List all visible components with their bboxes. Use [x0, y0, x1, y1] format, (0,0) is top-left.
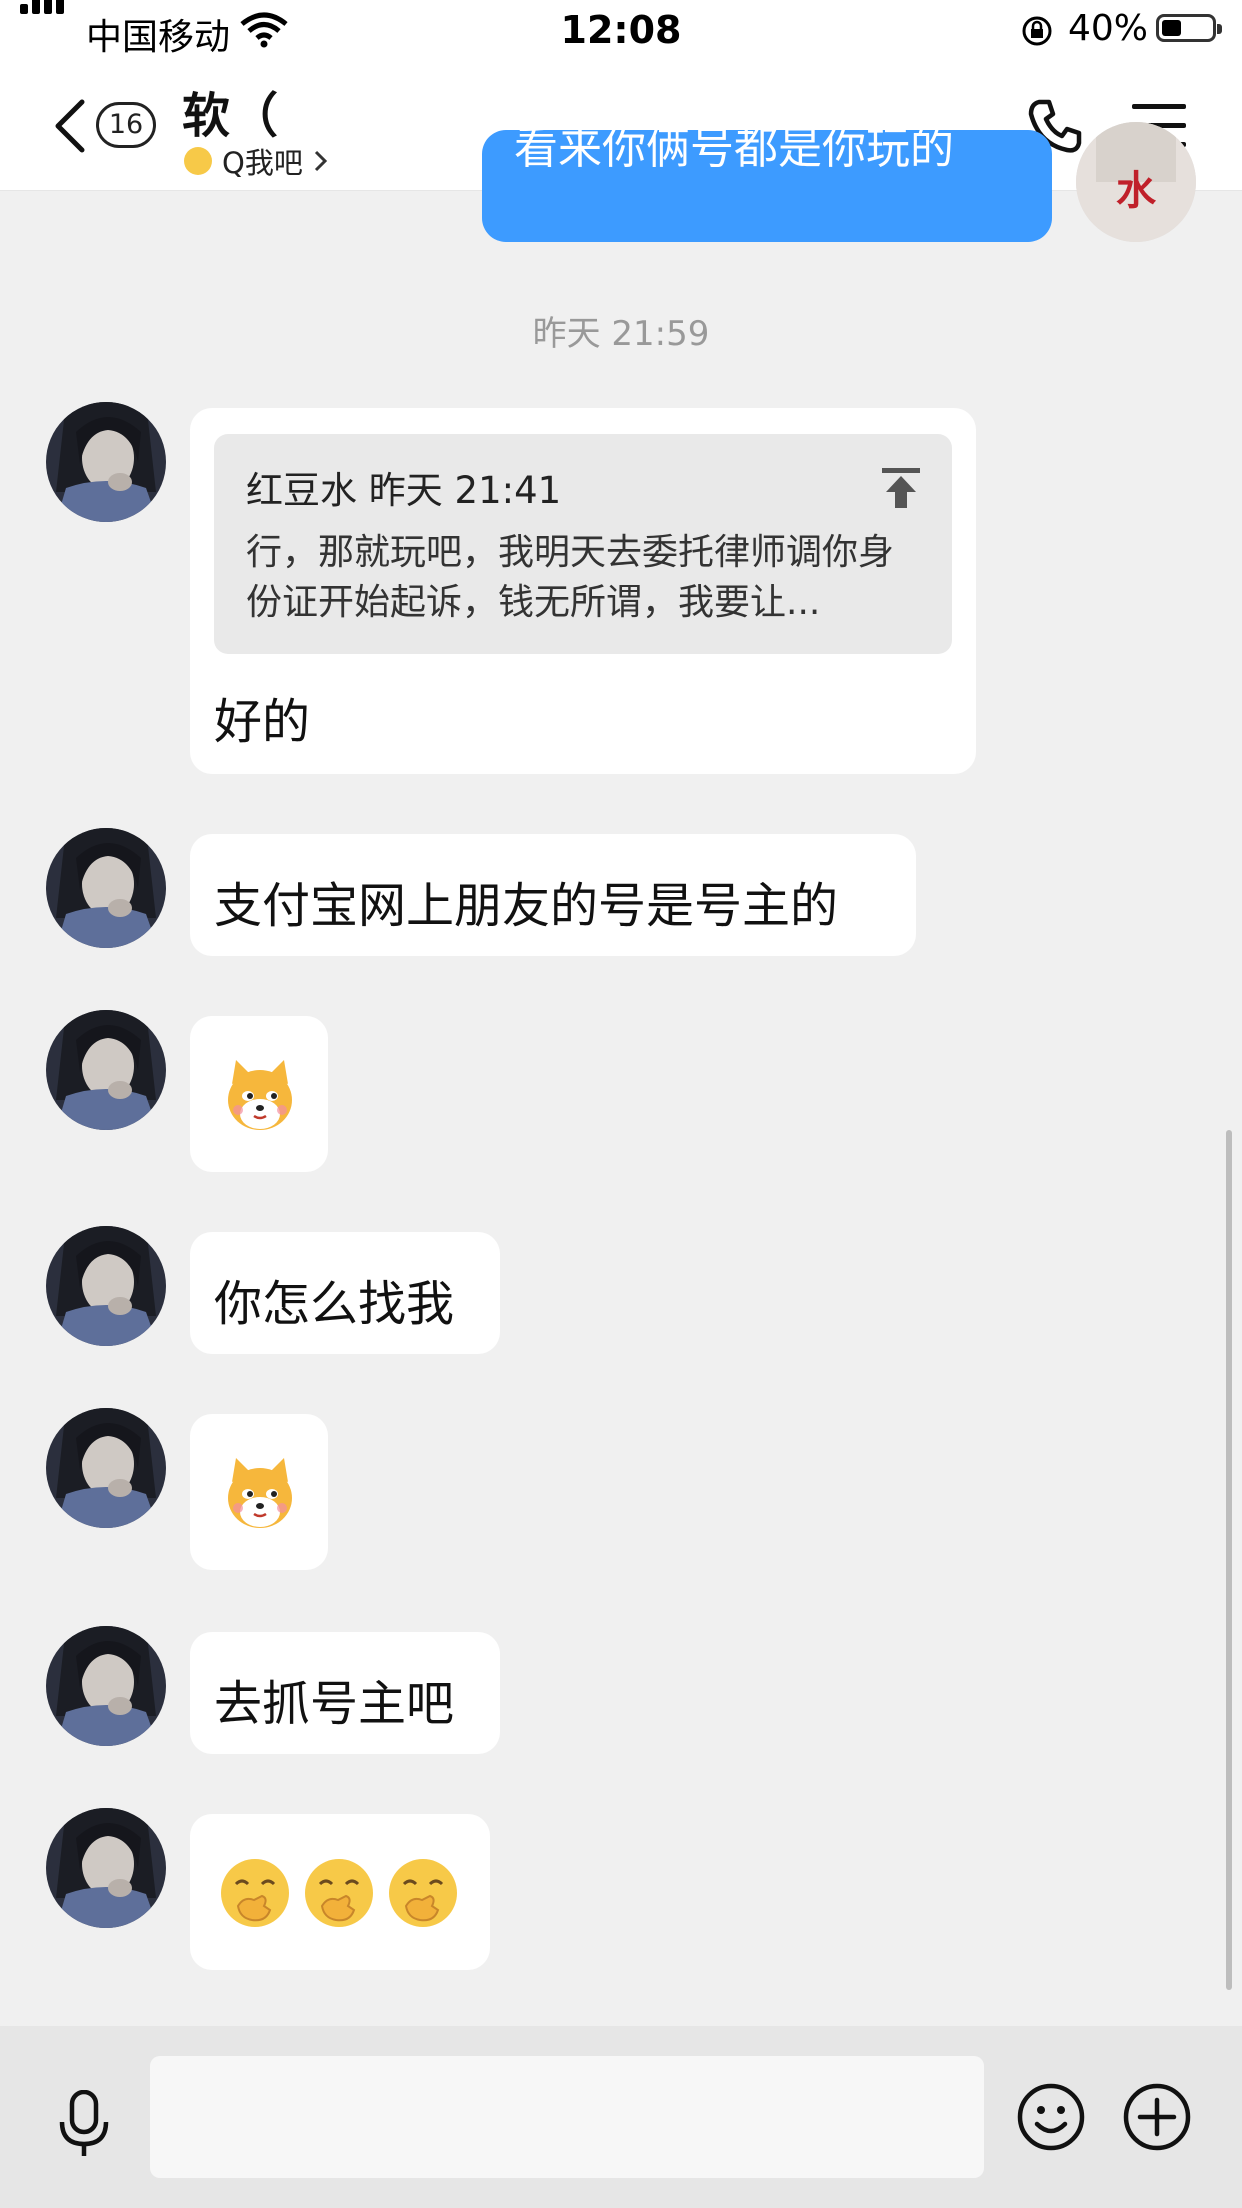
self-avatar[interactable]: 水 [1076, 122, 1196, 242]
status-emoji-icon [184, 147, 212, 175]
message-bubble[interactable]: 你怎么找我 [190, 1232, 500, 1354]
battery-icon [1156, 14, 1222, 42]
clock: 12:08 [560, 8, 682, 52]
message-text: 支付宝网上朋友的号是号主的 [214, 878, 839, 934]
unread-badge[interactable]: 16 [96, 102, 156, 148]
microphone-icon[interactable] [54, 2090, 114, 2160]
contact-avatar[interactable] [46, 1226, 166, 1346]
quoted-message[interactable]: 红豆水 昨天 21:41 行，那就玩吧，我明天去委托律师调你身份证开始起诉，钱无… [214, 434, 952, 654]
contact-avatar[interactable] [46, 828, 166, 948]
jump-to-top-icon[interactable] [880, 466, 922, 510]
sent-message-text: 看来你俩号都是你玩的 [514, 130, 954, 174]
quote-header: 红豆水 昨天 21:41 [246, 460, 920, 514]
contact-avatar[interactable] [46, 402, 166, 522]
sent-message-bubble[interactable]: 看来你俩号都是你玩的 [482, 130, 1052, 242]
status-bar: 中国移动 12:08 40% [0, 0, 1242, 62]
dog-face-icon [228, 1060, 292, 1130]
message-bubble[interactable]: 支付宝网上朋友的号是号主的 [190, 834, 916, 956]
rotation-lock-icon [1022, 16, 1052, 46]
contact-avatar[interactable] [46, 1626, 166, 1746]
contact-avatar[interactable] [46, 1808, 166, 1928]
chevron-right-icon [314, 150, 327, 172]
message-text: 去抓号主吧 [214, 1676, 455, 1732]
emoji-message-bubble[interactable] [190, 1414, 328, 1570]
emoji-icon[interactable] [1016, 2082, 1086, 2152]
dog-face-icon [228, 1458, 292, 1528]
message-text: 你怎么找我 [214, 1276, 455, 1332]
quote-text: 行，那就玩吧，我明天去委托律师调你身份证开始起诉，钱无所谓，我要让... [246, 532, 895, 623]
quote-author: 红豆水 [246, 469, 357, 512]
hand-over-mouth-icon [305, 1859, 373, 1927]
contact-avatar[interactable] [46, 1408, 166, 1528]
avatar-char: 水 [1116, 167, 1157, 214]
hand-over-mouth-icon [389, 1859, 457, 1927]
message-input[interactable] [150, 2056, 984, 2178]
hand-over-mouth-icon [221, 1859, 289, 1927]
emoji-message-bubble[interactable] [190, 1814, 490, 1970]
message-bubble[interactable]: 去抓号主吧 [190, 1632, 500, 1754]
timestamp-divider: 昨天 21:59 [532, 314, 710, 354]
status-text: Q我吧 [222, 146, 303, 180]
scrollbar[interactable] [1226, 1130, 1232, 1990]
quote-time: 昨天 21:41 [368, 469, 562, 512]
back-icon[interactable] [52, 98, 86, 154]
battery-percent: 40% [1068, 8, 1149, 49]
emoji-message-bubble[interactable] [190, 1016, 328, 1172]
contact-avatar[interactable] [46, 1010, 166, 1130]
plus-icon[interactable] [1122, 2082, 1192, 2152]
contact-name[interactable]: 软（ [182, 76, 278, 146]
contact-status[interactable]: Q我吧 [184, 140, 329, 182]
message-text: 好的 [214, 694, 311, 750]
